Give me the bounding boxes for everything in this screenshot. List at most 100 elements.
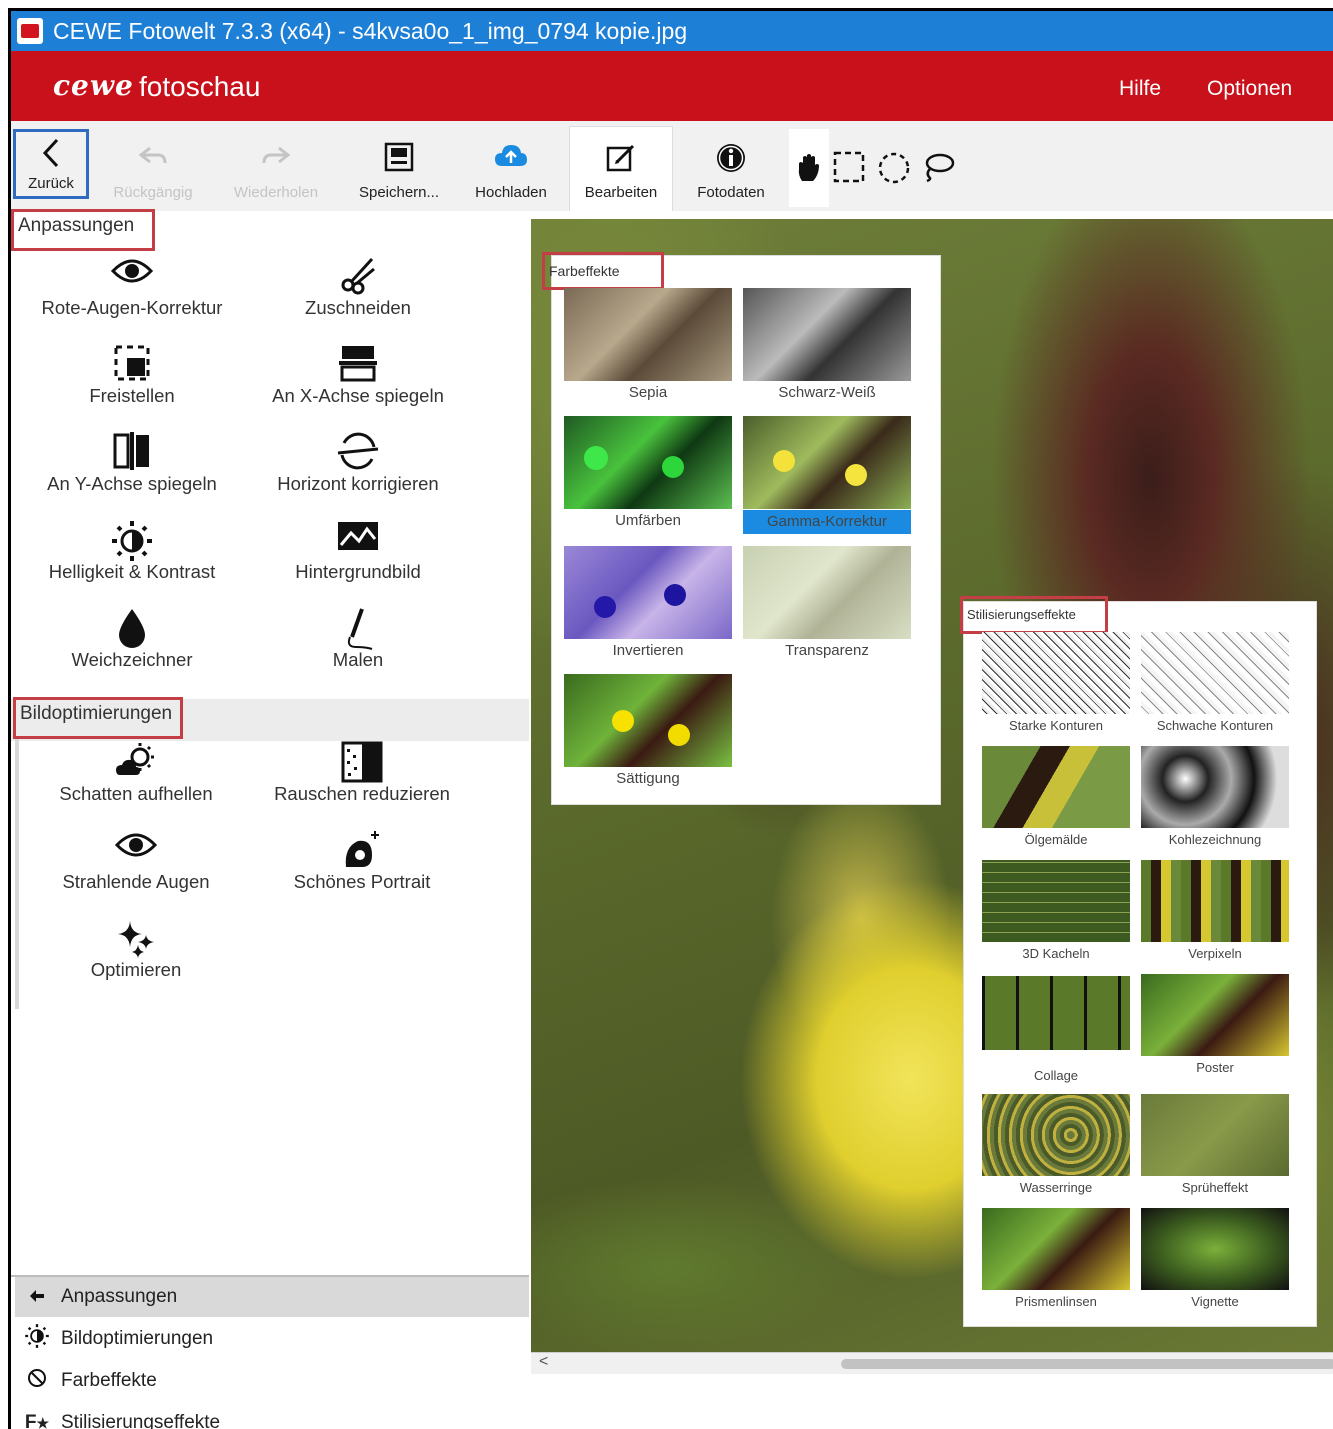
stylize-panel: Stilisierungseffekte Starke Konturen Sch…: [960, 596, 1317, 1327]
cewe-logo: cewe: [53, 69, 134, 102]
eye-icon: [11, 829, 261, 871]
info-icon: [715, 142, 747, 176]
chevron-left-icon[interactable]: <: [539, 1353, 548, 1371]
cutout-tool[interactable]: Freistellen: [11, 343, 257, 407]
horizontal-scrollbar[interactable]: <: [531, 1352, 1333, 1374]
cutout-label: Freistellen: [89, 385, 175, 406]
save-button[interactable]: Speichern...: [349, 121, 449, 211]
stylize-fx-icon: F★: [24, 1412, 50, 1429]
flower-mark: [594, 596, 616, 618]
app-icon: [17, 18, 43, 44]
lasso-icon[interactable]: [921, 151, 955, 183]
save-label: Speichern...: [358, 184, 440, 201]
shadow-tool[interactable]: Schatten aufhellen: [11, 741, 261, 805]
hand-icon[interactable]: [793, 151, 825, 183]
ellipse-select-icon[interactable]: [877, 151, 910, 184]
eye-icon: [11, 255, 257, 297]
flip-y-tool[interactable]: An Y-Achse spiegeln: [11, 431, 257, 495]
nav-stylize[interactable]: F★ Stilisierungseffekte: [15, 1403, 529, 1429]
blur-tool[interactable]: Weichzeichner: [11, 607, 257, 671]
collage-label: Collage: [1033, 1068, 1079, 1083]
toolbar: Zurück Rückgängig Wiederholen Speichern.…: [11, 121, 1333, 211]
upload-button[interactable]: Hochladen: [463, 121, 559, 211]
cutout-icon: [11, 343, 257, 385]
water-rings-thumbnail[interactable]: [982, 1094, 1130, 1176]
prism-thumbnail[interactable]: [982, 1208, 1130, 1290]
background-image-tool[interactable]: Hintergrundbild: [233, 519, 483, 583]
pixelate-thumbnail[interactable]: [1141, 860, 1289, 942]
prism-label: Prismenlinsen: [1015, 1294, 1097, 1309]
cloud-upload-icon: [493, 142, 529, 176]
nav-adjustments[interactable]: Anpassungen: [15, 1277, 529, 1317]
portrait-tool[interactable]: Schönes Portrait: [237, 829, 487, 893]
brightness-icon: [11, 519, 257, 561]
invert-thumbnail[interactable]: [564, 546, 732, 639]
help-link[interactable]: Hilfe: [1119, 77, 1161, 101]
nav-optimizations[interactable]: Bildoptimierungen: [15, 1319, 529, 1359]
brush-icon: [233, 607, 483, 650]
horizon-tool[interactable]: Horizont korrigieren: [233, 431, 483, 495]
flip-x-label: An X-Achse spiegeln: [272, 385, 444, 406]
brightness-tool[interactable]: Helligkeit & Kontrast: [11, 519, 257, 583]
flower-mark: [668, 724, 690, 746]
spray-thumbnail[interactable]: [1141, 1094, 1289, 1176]
charcoal-thumbnail[interactable]: [1141, 746, 1289, 828]
chevron-left-icon: [39, 137, 63, 171]
strong-contours-thumbnail[interactable]: [982, 632, 1130, 714]
sepia-thumbnail[interactable]: [564, 288, 732, 381]
charcoal-label: Kohlezeichnung: [1168, 832, 1262, 847]
brightness-label: Helligkeit & Kontrast: [48, 561, 216, 582]
3d-tiles-thumbnail[interactable]: [982, 860, 1130, 942]
edit-tab[interactable]: Bearbeiten: [569, 126, 673, 211]
edit-label: Bearbeiten: [584, 184, 658, 201]
title-bar: CEWE Fotowelt 7.3.3 (x64) - s4kvsa0o_1_i…: [11, 11, 1333, 51]
nav-coloreffects-label: Farbeffekte: [61, 1370, 157, 1391]
optimize-tool[interactable]: Optimieren: [11, 917, 261, 981]
saturation-thumbnail[interactable]: [564, 674, 732, 767]
photo-canvas[interactable]: Farbeffekte Sepia Schwarz-Weiß Umfärben …: [531, 219, 1333, 1352]
weak-contours-thumbnail[interactable]: [1141, 632, 1289, 714]
brand-bar: cewe fotoschau Hilfe Optionen: [11, 51, 1333, 121]
undo-button[interactable]: Rückgängig: [101, 121, 205, 211]
app-window: CEWE Fotowelt 7.3.3 (x64) - s4kvsa0o_1_i…: [8, 8, 1333, 1429]
nav-coloreffects[interactable]: Farbeffekte: [15, 1361, 529, 1401]
vignette-label: Vignette: [1191, 1294, 1239, 1309]
poster-thumbnail[interactable]: [1141, 974, 1289, 1056]
paint-tool[interactable]: Malen: [233, 607, 483, 671]
nav-optimizations-label: Bildoptimierungen: [61, 1328, 214, 1349]
horizon-icon: [233, 431, 483, 473]
edit-icon: [605, 142, 637, 176]
crop-label: Zuschneiden: [305, 297, 411, 318]
rectangle-select-icon[interactable]: [833, 151, 865, 183]
oil-painting-thumbnail[interactable]: [982, 746, 1130, 828]
poster-label: Poster: [1196, 1060, 1234, 1075]
flower-mark: [612, 710, 634, 732]
flower-mark: [584, 446, 608, 470]
back-button[interactable]: Zurück: [13, 129, 89, 199]
pixelate-label: Verpixeln: [1188, 946, 1242, 961]
flip-x-tool[interactable]: An X-Achse spiegeln: [233, 343, 483, 407]
nav-stylize-label: Stilisierungseffekte: [61, 1412, 221, 1429]
vignette-thumbnail[interactable]: [1141, 1208, 1289, 1290]
back-label: Zurück: [28, 175, 74, 192]
nav-adjustments-label: Anpassungen: [61, 1286, 178, 1307]
shadow-label: Schatten aufhellen: [59, 783, 213, 804]
flower-mark: [773, 450, 795, 472]
recolor-thumbnail[interactable]: [564, 416, 732, 509]
gamma-thumbnail[interactable]: [743, 416, 911, 509]
portrait-icon: [237, 829, 487, 871]
scrollbar-thumb[interactable]: [841, 1359, 1333, 1369]
red-eye-tool[interactable]: Rote-Augen-Korrektur: [11, 255, 257, 319]
scissors-icon: [233, 255, 483, 297]
back-arrow-icon: [23, 1286, 51, 1309]
crop-tool[interactable]: Zuschneiden: [233, 255, 483, 319]
bright-eyes-tool[interactable]: Strahlende Augen: [11, 829, 261, 893]
upload-label: Hochladen: [475, 184, 547, 201]
photodata-button[interactable]: Fotodaten: [683, 121, 779, 211]
denoise-tool[interactable]: Rauschen reduzieren: [237, 741, 487, 805]
options-link[interactable]: Optionen: [1207, 77, 1292, 101]
transparency-thumbnail[interactable]: [743, 546, 911, 639]
bw-thumbnail[interactable]: [743, 288, 911, 381]
redo-button[interactable]: Wiederholen: [221, 121, 331, 211]
collage-thumbnail[interactable]: [982, 976, 1130, 1050]
